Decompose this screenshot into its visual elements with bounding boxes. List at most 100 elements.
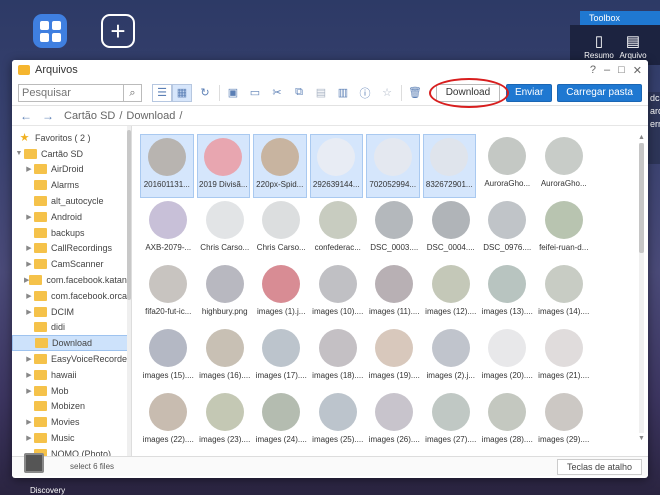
sidebar-item-folder[interactable]: ▶ Mob	[12, 383, 131, 399]
chevron-right-icon[interactable]: ▶	[24, 165, 34, 173]
file-item[interactable]: images (15)....	[140, 326, 197, 390]
upload-folder-button[interactable]: Carregar pasta	[557, 83, 642, 102]
file-item[interactable]: images (1).j...	[253, 262, 310, 326]
file-item[interactable]: 702052994...	[366, 134, 420, 198]
file-item[interactable]: confederac...	[310, 198, 367, 262]
file-item[interactable]: AXB-2079-...	[140, 198, 197, 262]
sidebar-item-folder[interactable]: ▶ DCIM	[12, 304, 131, 320]
paste-icon[interactable]: ▤	[312, 84, 330, 102]
help-button[interactable]: ?	[590, 64, 596, 77]
chevron-right-icon[interactable]: ▶	[24, 292, 34, 300]
chevron-right-icon[interactable]: ▶	[24, 434, 34, 442]
file-item[interactable]: images (20)....	[479, 326, 536, 390]
file-item[interactable]: images (25)....	[310, 390, 367, 454]
file-item[interactable]: images (22)....	[140, 390, 197, 454]
send-button[interactable]: Enviar	[505, 83, 553, 102]
file-item[interactable]: DSC_0976....	[479, 198, 536, 262]
sidebar-item-folder[interactable]: ▶ com.facebook.orca	[12, 288, 131, 304]
sidebar-item-folder[interactable]: ▶ Movies	[12, 414, 131, 430]
file-item[interactable]: fifa20-fut-ic...	[140, 262, 197, 326]
file-item[interactable]: images (26)....	[366, 390, 423, 454]
file-item[interactable]: images (21)....	[536, 326, 593, 390]
sidebar-item-folder[interactable]: ▶ CamScanner	[12, 256, 131, 272]
new-folder-icon[interactable]: ▣	[224, 84, 242, 102]
file-item[interactable]: images (19)....	[366, 326, 423, 390]
search-icon[interactable]: ⌕	[123, 84, 141, 101]
file-item[interactable]: images (16)....	[197, 326, 254, 390]
back-arrow-icon[interactable]: ←	[20, 109, 32, 123]
file-item[interactable]: feifei-ruan-d...	[536, 198, 593, 262]
sidebar-scrollbar[interactable]	[127, 126, 131, 456]
file-item[interactable]: images (23)....	[197, 390, 254, 454]
toolbox-item-arquivo[interactable]: ▤ Arquivo	[616, 33, 650, 60]
chevron-right-icon[interactable]: ▶	[24, 371, 34, 379]
file-item[interactable]: 201601131...	[140, 134, 194, 198]
chevron-right-icon[interactable]: ▶	[24, 418, 34, 426]
chevron-down-icon[interactable]: ▼	[14, 150, 24, 157]
apps-grid-icon[interactable]	[33, 14, 67, 48]
cut-icon[interactable]: ✂	[268, 84, 286, 102]
chevron-right-icon[interactable]: ▶	[24, 355, 34, 363]
file-item[interactable]: highbury.png	[197, 262, 254, 326]
sidebar-item-folder[interactable]: didi	[12, 320, 131, 336]
sidebar-item-folder[interactable]: Download	[12, 335, 131, 352]
file-item[interactable]: images (18)....	[310, 326, 367, 390]
file-item[interactable]: images (12)....	[423, 262, 480, 326]
file-item[interactable]: DSC_0003....	[366, 198, 423, 262]
discovery-app-icon[interactable]	[24, 453, 44, 473]
sidebar-item-folder[interactable]: alt_autocycle	[12, 193, 131, 209]
add-icon[interactable]: +	[101, 14, 135, 48]
file-item[interactable]: Chris Carso...	[197, 198, 254, 262]
sidebar-item-folder[interactable]: ▶ com.facebook.katana	[12, 272, 131, 288]
file-item[interactable]: images (14)....	[536, 262, 593, 326]
chevron-right-icon[interactable]: ▶	[24, 244, 34, 252]
sidebar-item-favoritos[interactable]: ★ Favoritos ( 2 )	[12, 130, 131, 146]
sidebar-item-folder[interactable]: ▶ AirDroid	[12, 162, 131, 178]
sidebar-item-folder[interactable]: backups	[12, 225, 131, 241]
file-item[interactable]: images (10)....	[310, 262, 367, 326]
grid-scrollbar[interactable]: ▲ ▼	[638, 134, 645, 452]
file-item[interactable]: images (17)....	[253, 326, 310, 390]
sidebar-item-folder[interactable]: Alarms	[12, 177, 131, 193]
file-item[interactable]: DSC_0004....	[423, 198, 480, 262]
maximize-button[interactable]: □	[618, 64, 625, 77]
copy-icon[interactable]: ⧉	[290, 84, 308, 102]
file-item[interactable]: images (11)....	[366, 262, 423, 326]
chevron-right-icon[interactable]: ▶	[24, 308, 34, 316]
delete-icon[interactable]: 🗑	[406, 84, 424, 102]
file-item[interactable]: images (24)....	[253, 390, 310, 454]
file-item[interactable]: AuroraGho...	[536, 134, 593, 198]
file-item[interactable]: Chris Carso...	[253, 198, 310, 262]
file-item[interactable]: AuroraGho...	[479, 134, 536, 198]
list-view-button[interactable]: ☰	[152, 83, 172, 102]
refresh-icon[interactable]: ↻	[196, 84, 214, 102]
sidebar-item-folder[interactable]: Mobizen	[12, 399, 131, 415]
info-icon[interactable]: ⓘ	[356, 84, 374, 102]
file-item[interactable]: 292639144...	[309, 134, 363, 198]
file-item[interactable]: 832672901...	[422, 134, 476, 198]
breadcrumb-download[interactable]: Download	[126, 110, 175, 122]
rename-icon[interactable]: ▭	[246, 84, 264, 102]
chevron-right-icon[interactable]: ▶	[24, 260, 34, 268]
scroll-down-icon[interactable]: ▼	[638, 435, 645, 442]
sidebar-item-folder[interactable]: ▶ Android	[12, 209, 131, 225]
sidebar-item-folder[interactable]: ▶ Music	[12, 430, 131, 446]
sidebar-item-folder[interactable]: ▶ EasyVoiceRecorder	[12, 351, 131, 367]
search-input[interactable]	[19, 84, 123, 101]
chevron-right-icon[interactable]: ▶	[24, 387, 34, 395]
keyboard-shortcuts-button[interactable]: Teclas de atalho	[556, 458, 642, 475]
file-item[interactable]: 2019 Divisã...	[196, 134, 250, 198]
download-button[interactable]: Download	[428, 77, 509, 108]
breadcrumb-cartao-sd[interactable]: Cartão SD	[64, 110, 115, 122]
toolbox-item-resumo[interactable]: ▯ Resumo	[582, 33, 616, 60]
file-item[interactable]: images (13)....	[479, 262, 536, 326]
file-item[interactable]: images (28)....	[479, 390, 536, 454]
file-item[interactable]: images (2).j...	[423, 326, 480, 390]
minimize-button[interactable]: –	[604, 64, 610, 77]
sidebar-item-cartao-sd[interactable]: ▼ Cartão SD	[12, 146, 131, 162]
chevron-right-icon[interactable]: ▶	[24, 213, 34, 221]
favorite-star-icon[interactable]: ☆	[378, 84, 396, 102]
scroll-up-icon[interactable]: ▲	[638, 134, 645, 141]
close-button[interactable]: ✕	[633, 64, 642, 77]
grid-view-button[interactable]: ▦	[172, 83, 192, 102]
